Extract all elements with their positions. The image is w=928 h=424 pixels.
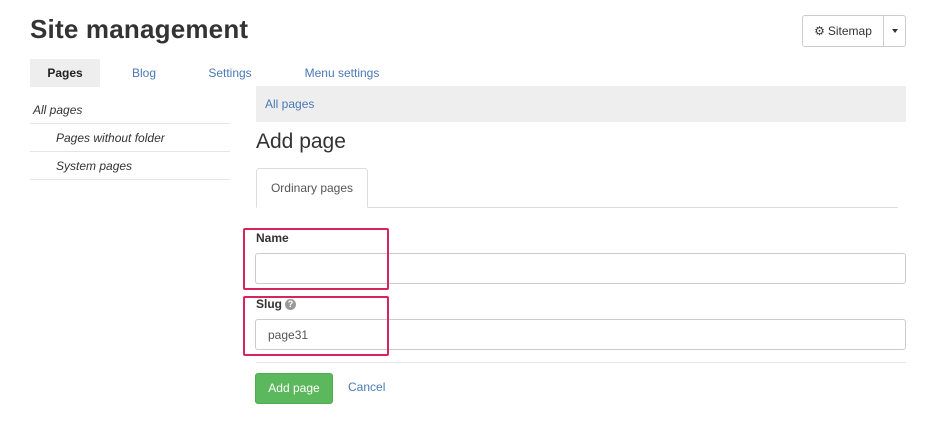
sitemap-dropdown-toggle[interactable] <box>884 15 906 47</box>
caret-down-icon <box>891 29 898 33</box>
sidebar: All pages Pages without folder System pa… <box>30 96 230 180</box>
sidebar-item-system-pages[interactable]: System pages <box>30 152 230 180</box>
tab-menu-settings[interactable]: Menu settings <box>292 59 392 87</box>
breadcrumb: All pages <box>256 86 906 122</box>
cancel-link[interactable]: Cancel <box>348 380 385 394</box>
sitemap-button-label: Sitemap <box>827 24 872 38</box>
main-tabs: Pages Blog Settings Menu settings <box>30 59 379 87</box>
slug-field-highlight <box>243 296 389 356</box>
gear-icon: ⚙ <box>814 24 825 38</box>
sidebar-item-all-pages[interactable]: All pages <box>30 96 230 124</box>
tab-pages[interactable]: Pages <box>30 59 100 87</box>
sitemap-button-group: ⚙ Sitemap <box>802 15 906 47</box>
sidebar-item-pages-without-folder[interactable]: Pages without folder <box>30 124 230 152</box>
breadcrumb-link-all-pages[interactable]: All pages <box>265 97 314 111</box>
section-title: Add page <box>256 130 346 153</box>
tab-settings[interactable]: Settings <box>195 59 265 87</box>
name-field-highlight <box>243 228 389 290</box>
form-divider <box>256 362 906 363</box>
sitemap-button[interactable]: ⚙ Sitemap <box>802 15 884 47</box>
tab-ordinary-pages[interactable]: Ordinary pages <box>256 168 368 208</box>
tab-blog[interactable]: Blog <box>118 59 170 87</box>
add-page-button[interactable]: Add page <box>255 373 333 404</box>
page-title: Site management <box>30 14 249 44</box>
